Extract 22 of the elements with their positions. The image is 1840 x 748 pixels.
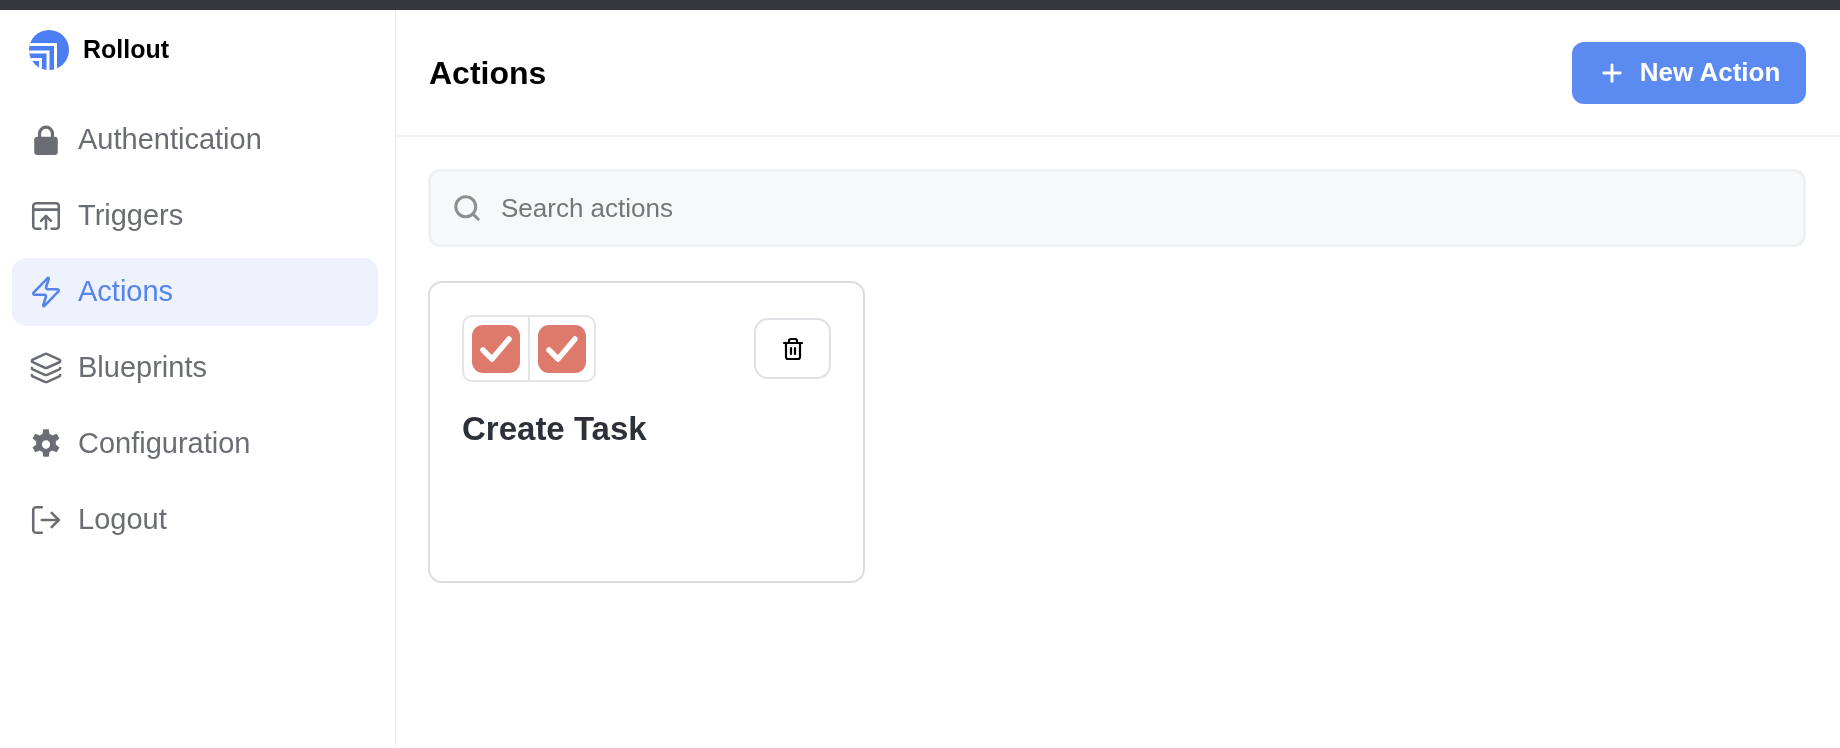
lock-icon [33, 125, 59, 155]
sidebar-item[interactable]: Blueprints [12, 334, 378, 402]
sidebar-item[interactable]: Authentication [12, 106, 378, 174]
sidebar-item[interactable]: Configuration [12, 410, 378, 478]
settings-icon [32, 428, 60, 460]
sidebar-item[interactable]: Actions [12, 258, 378, 326]
new-action-button[interactable]: New Action [1572, 41, 1806, 104]
layers-icon [29, 351, 63, 385]
checkmark-tile-icon [538, 324, 586, 373]
delete-button[interactable] [754, 318, 831, 379]
sidebar-item[interactable]: Triggers [12, 182, 378, 250]
card-title: Create Task [462, 409, 648, 449]
search-icon [452, 193, 482, 223]
page-title: Actions [429, 53, 547, 93]
search-field[interactable]: Search actions [428, 169, 1806, 247]
checkmark-tile-icon [472, 324, 520, 373]
sidebar-item[interactable]: Logout [12, 486, 378, 554]
trash-icon [780, 336, 805, 361]
brand-name: Rollout [83, 34, 170, 66]
action-card[interactable]: Create Task [428, 281, 865, 583]
lightning-icon [29, 275, 63, 309]
logo-icon [29, 30, 69, 70]
